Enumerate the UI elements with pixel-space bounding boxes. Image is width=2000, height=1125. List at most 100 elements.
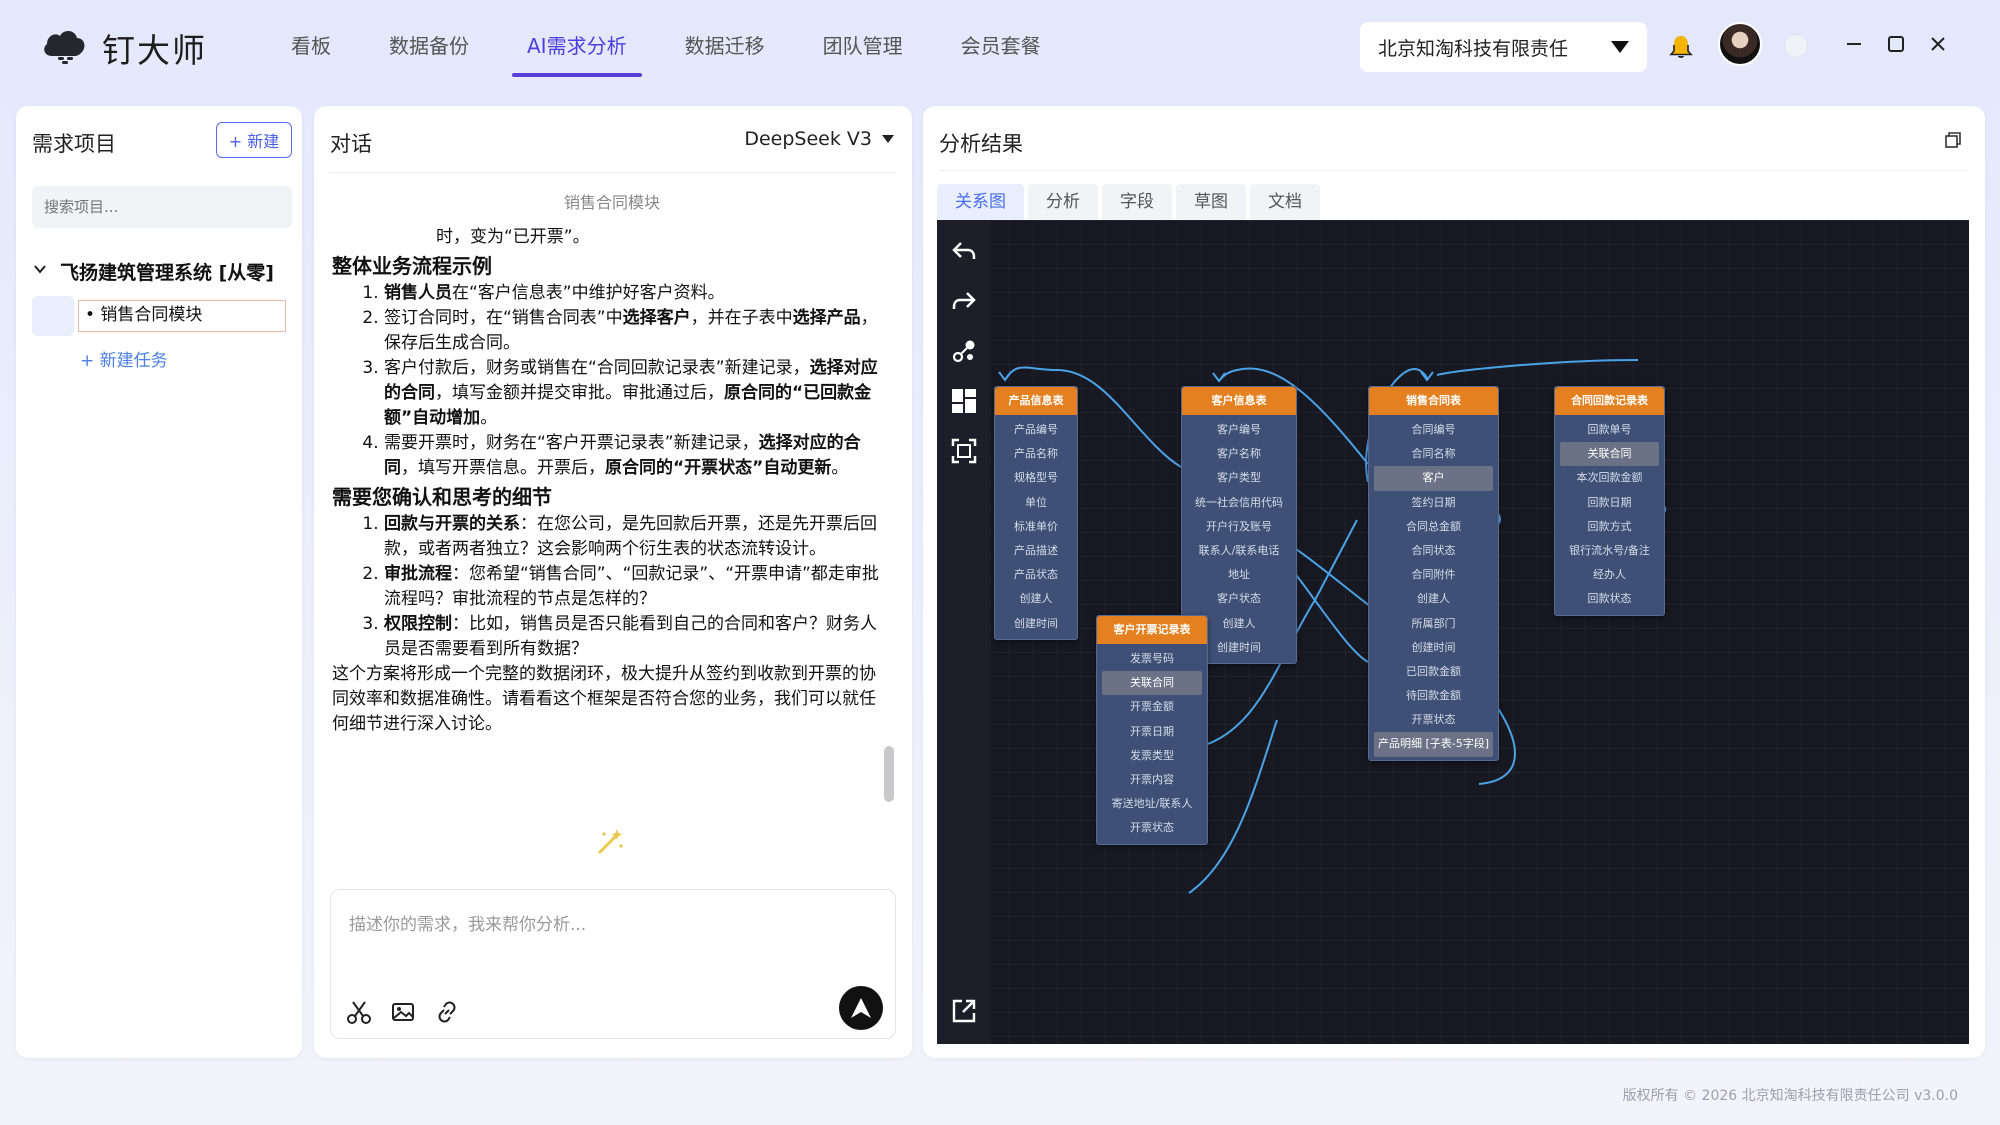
er-field[interactable]: 回款日期: [1560, 491, 1659, 515]
project-search-input[interactable]: [32, 186, 292, 228]
minimize-icon[interactable]: [1840, 30, 1868, 58]
er-field[interactable]: 回款状态: [1560, 587, 1659, 611]
edge-arrow-icon: [1212, 372, 1226, 383]
close-icon[interactable]: [1924, 30, 1952, 58]
er-field[interactable]: 合同总金额: [1374, 515, 1493, 539]
app-name: 钉大师: [102, 31, 207, 70]
nav-data-backup[interactable]: 数据备份: [360, 0, 498, 96]
er-field[interactable]: 产品描述: [1000, 539, 1072, 563]
text: 需要开票时，财务在“客户开票记录表”新建记录，: [384, 433, 759, 453]
er-field[interactable]: 银行流水号/备注: [1560, 539, 1659, 563]
nav-team[interactable]: 团队管理: [794, 0, 932, 96]
er-field[interactable]: 开户行及账号: [1187, 515, 1291, 539]
maximize-icon[interactable]: [1882, 30, 1910, 58]
er-field[interactable]: 规格型号: [1000, 466, 1072, 490]
er-field[interactable]: 客户状态: [1187, 587, 1291, 611]
nav-data-migration[interactable]: 数据迁移: [656, 0, 794, 96]
er-field[interactable]: 已回款金额: [1374, 660, 1493, 684]
nav-membership[interactable]: 会员套餐: [932, 0, 1070, 96]
scissors-icon[interactable]: [345, 998, 373, 1026]
er-field[interactable]: 开票状态: [1374, 708, 1493, 732]
er-field[interactable]: 开票日期: [1102, 720, 1202, 744]
er-field[interactable]: 产品明细 [子表-5字段]: [1374, 732, 1493, 757]
bell-icon[interactable]: [1666, 32, 1696, 62]
export-icon[interactable]: [949, 996, 979, 1026]
chat-input-placeholder[interactable]: 描述你的需求，我来帮你分析...: [349, 910, 586, 935]
list-item: 权限控制：比如，销售员是否只能看到自己的合同和客户？财务人员是否需要看到所有数据…: [384, 612, 892, 662]
er-field[interactable]: 合同状态: [1374, 539, 1493, 563]
er-field[interactable]: 产品名称: [1000, 442, 1072, 466]
er-field[interactable]: 客户名称: [1187, 442, 1291, 466]
er-field[interactable]: 产品编号: [1000, 418, 1072, 442]
text: ：比如，销售员是否只能看到自己的合同和客户？财务人员是否需要看到所有数据？: [384, 614, 877, 659]
grid-layout-icon[interactable]: [949, 386, 979, 416]
new-project-button[interactable]: + 新建: [216, 122, 292, 158]
project-tree-item[interactable]: 飞扬建筑管理系统 [从零]: [32, 254, 274, 288]
er-table-title: 产品信息表: [995, 387, 1077, 415]
fit-screen-icon[interactable]: [949, 436, 979, 466]
er-table-contract[interactable]: 销售合同表 合同编号 合同名称 客户 签约日期 合同总金额 合同状态 合同附件 创建人 所属部门创…: [1368, 386, 1499, 761]
er-field[interactable]: 单位: [1000, 491, 1072, 515]
er-field[interactable]: 地址: [1187, 563, 1291, 587]
new-task-link[interactable]: + 新建任务: [80, 346, 168, 371]
link-icon[interactable]: [433, 998, 461, 1026]
er-field[interactable]: 统一社会信用代码: [1187, 491, 1291, 515]
er-field[interactable]: 开票状态: [1102, 816, 1202, 840]
chevron-down-icon[interactable]: [32, 260, 48, 282]
company-select[interactable]: 北京知淘科技有限责任: [1360, 22, 1647, 72]
er-field[interactable]: 合同编号: [1374, 418, 1493, 442]
er-field[interactable]: 创建时间: [1374, 636, 1493, 660]
magic-wand-icon[interactable]: [594, 826, 626, 858]
er-field[interactable]: 本次回款金额: [1560, 466, 1659, 490]
task-name[interactable]: • 销售合同模块: [78, 300, 286, 332]
nav-ai-analysis[interactable]: AI需求分析: [498, 0, 656, 96]
er-field[interactable]: 开票内容: [1102, 768, 1202, 792]
image-icon[interactable]: [389, 998, 417, 1026]
chat-input-box[interactable]: 描述你的需求，我来帮你分析...: [330, 889, 896, 1039]
task-tree-item[interactable]: • 销售合同模块: [32, 296, 294, 336]
er-field[interactable]: 产品状态: [1000, 563, 1072, 587]
er-field[interactable]: 回款方式: [1560, 515, 1659, 539]
tab-relation-graph[interactable]: 关系图: [937, 184, 1024, 220]
restore-window-icon[interactable]: [1943, 130, 1963, 150]
er-field[interactable]: 关联合同: [1560, 442, 1659, 467]
er-field[interactable]: 开票金额: [1102, 695, 1202, 719]
redo-icon[interactable]: [949, 286, 979, 316]
er-field[interactable]: 发票类型: [1102, 744, 1202, 768]
er-field[interactable]: 客户类型: [1187, 466, 1291, 490]
er-field[interactable]: 经办人: [1560, 563, 1659, 587]
er-field[interactable]: 待回款金额: [1374, 684, 1493, 708]
er-field[interactable]: 合同名称: [1374, 442, 1493, 466]
tab-document[interactable]: 文档: [1250, 184, 1320, 220]
tab-sketch[interactable]: 草图: [1176, 184, 1246, 220]
chat-scrollbar[interactable]: [884, 746, 894, 802]
er-table-product[interactable]: 产品信息表产品编号 产品名称 规格型号 单位 标准单价 产品描述 产品状态 创建人 创建时间: [994, 386, 1078, 640]
er-field[interactable]: 发票号码: [1102, 647, 1202, 671]
avatar[interactable]: [1718, 22, 1762, 66]
er-field[interactable]: 合同附件: [1374, 563, 1493, 587]
er-field[interactable]: 客户编号: [1187, 418, 1291, 442]
er-field[interactable]: 客户: [1374, 466, 1493, 491]
er-table-invoice[interactable]: 客户开票记录表 发票号码 关联合同 开票金额 开票日期 发票类型 开票内容 寄送地址/联系人开…: [1096, 615, 1208, 845]
er-field[interactable]: 创建人: [1000, 587, 1072, 611]
er-field[interactable]: 回款单号: [1560, 418, 1659, 442]
er-field[interactable]: 签约日期: [1374, 491, 1493, 515]
er-field[interactable]: 创建时间: [1000, 612, 1072, 636]
undo-icon[interactable]: [949, 236, 979, 266]
nav-dashboard[interactable]: 看板: [262, 0, 360, 96]
er-field[interactable]: 寄送地址/联系人: [1102, 792, 1202, 816]
er-field[interactable]: 所属部门: [1374, 612, 1493, 636]
er-field[interactable]: 创建人: [1374, 587, 1493, 611]
er-table-payment[interactable]: 合同回款记录表 回款单号 关联合同 本次回款金额 回款日期 回款方式 银行流水号/备注 经办人…: [1554, 386, 1665, 616]
relation-graph-canvas[interactable]: 产品信息表 产品编号 产品名称 规格型号 单位 标准单价 产品描述 产品状态 创建人 创建时间 客户…: [937, 220, 1969, 1044]
chat-messages[interactable]: 销售合同模块 时，变为“已开票”。 整体业务流程示例 销售人员在“客户信息表”中…: [332, 186, 892, 926]
layout-nodes-icon[interactable]: [949, 336, 979, 366]
tab-fields[interactable]: 字段: [1102, 184, 1172, 220]
er-field[interactable]: 联系人/联系电话: [1187, 539, 1291, 563]
tab-analysis[interactable]: 分析: [1028, 184, 1098, 220]
send-button[interactable]: [839, 986, 883, 1030]
er-field[interactable]: 关联合同: [1102, 671, 1202, 696]
model-select[interactable]: DeepSeek V3: [744, 128, 894, 150]
er-field[interactable]: 标准单价: [1000, 515, 1072, 539]
bold-text: 权限控制: [384, 614, 452, 634]
